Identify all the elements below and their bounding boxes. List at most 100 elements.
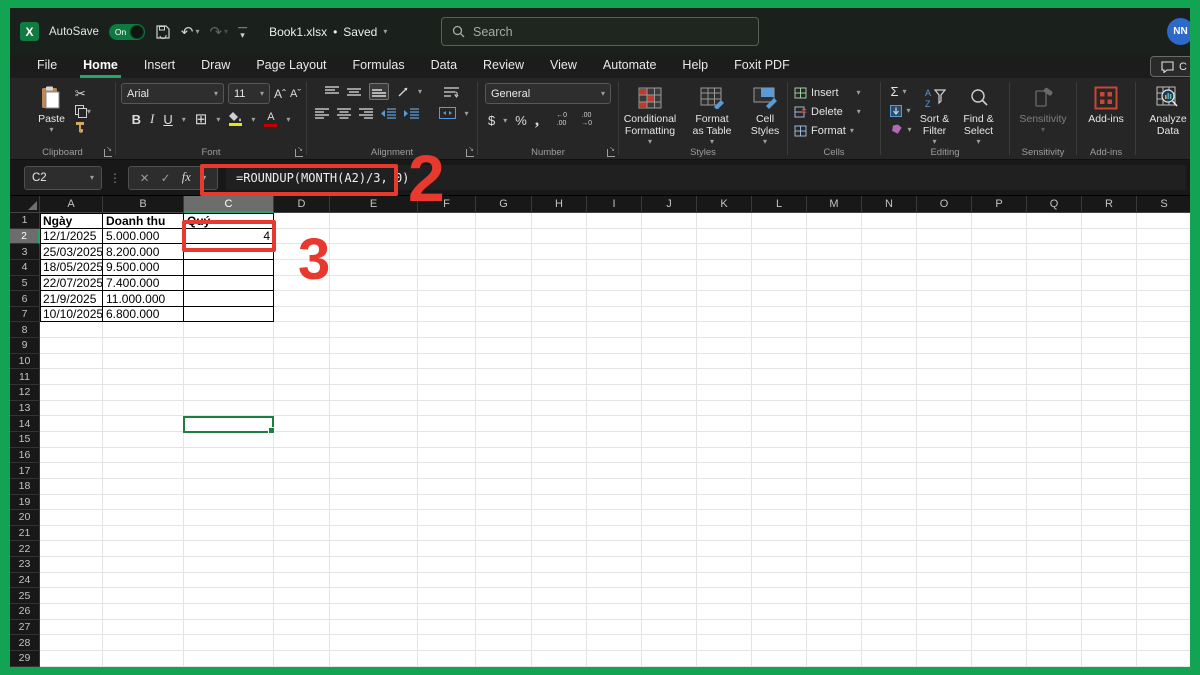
cell-L9[interactable] [752,338,807,354]
cell-L23[interactable] [752,557,807,573]
cell-G21[interactable] [476,525,532,542]
cell-C5[interactable] [184,275,274,292]
cell-E14[interactable] [330,416,418,432]
cell-H20[interactable] [532,510,587,526]
cell-S18[interactable] [1137,478,1190,495]
cell-R4[interactable] [1082,259,1137,276]
cell-K22[interactable] [697,541,752,558]
cell-G26[interactable] [476,604,532,620]
cell-O13[interactable] [917,400,972,417]
cell-L18[interactable] [752,478,807,495]
cell-F14[interactable] [418,416,476,432]
cell-P3[interactable] [972,244,1027,260]
cell-I24[interactable] [587,572,642,589]
row-header-11[interactable]: 11 [10,369,40,386]
cell-J12[interactable] [642,385,697,401]
cell-B3[interactable]: 8.200.000 [103,244,184,260]
cell-Q17[interactable] [1027,463,1082,479]
cell-K1[interactable] [697,213,752,229]
cell-H3[interactable] [532,244,587,260]
cell-I19[interactable] [587,494,642,511]
font-size-select[interactable]: 11 ▾ [228,83,270,104]
tab-formulas[interactable]: Formulas [340,55,418,78]
cell-R7[interactable] [1082,306,1137,323]
row-header-13[interactable]: 13 [10,400,40,417]
cell-H19[interactable] [532,494,587,511]
cell-D10[interactable] [274,353,330,370]
redo-dropdown-icon[interactable]: ▾ [224,27,228,36]
cell-P14[interactable] [972,416,1027,432]
cell-K23[interactable] [697,557,752,573]
cell-M26[interactable] [807,604,862,620]
cell-O21[interactable] [917,525,972,542]
cell-E11[interactable] [330,369,418,386]
cell-B7[interactable]: 6.800.000 [103,306,184,323]
cell-O17[interactable] [917,463,972,479]
cell-D29[interactable] [274,650,330,667]
cell-F19[interactable] [418,494,476,511]
cell-R10[interactable] [1082,353,1137,370]
cell-R27[interactable] [1082,619,1137,636]
redo-button[interactable]: ↷ ▾ [209,23,228,41]
cell-N11[interactable] [862,369,917,386]
cell-Q19[interactable] [1027,494,1082,511]
cell-J8[interactable] [642,322,697,339]
cell-L3[interactable] [752,244,807,260]
row-header-10[interactable]: 10 [10,353,40,370]
cell-A5[interactable]: 22/07/2025 [40,275,103,292]
col-header-K[interactable]: K [697,196,752,213]
cell-Q7[interactable] [1027,306,1082,323]
cell-N3[interactable] [862,244,917,260]
tab-automate[interactable]: Automate [590,55,670,78]
cell-H10[interactable] [532,353,587,370]
cell-M24[interactable] [807,572,862,589]
cell-H14[interactable] [532,416,587,432]
fill-color-button[interactable] [229,112,243,126]
cell-S25[interactable] [1137,588,1190,605]
cell-B4[interactable]: 9.500.000 [103,259,184,276]
cell-R24[interactable] [1082,572,1137,589]
cell-E13[interactable] [330,400,418,417]
cell-N12[interactable] [862,385,917,401]
row-header-23[interactable]: 23 [10,557,40,573]
cell-O8[interactable] [917,322,972,339]
row-header-27[interactable]: 27 [10,619,40,636]
cell-R22[interactable] [1082,541,1137,558]
orientation-icon[interactable] [397,85,410,98]
row-header-1[interactable]: 1 [10,213,40,229]
align-top-icon[interactable] [324,86,339,97]
cell-R20[interactable] [1082,510,1137,526]
cell-C24[interactable] [184,572,274,589]
cell-E20[interactable] [330,510,418,526]
cell-F16[interactable] [418,447,476,464]
cell-G13[interactable] [476,400,532,417]
cell-N10[interactable] [862,353,917,370]
cell-M25[interactable] [807,588,862,605]
row-header-2[interactable]: 2 [10,228,40,245]
cell-M29[interactable] [807,650,862,667]
cell-L19[interactable] [752,494,807,511]
cell-H25[interactable] [532,588,587,605]
underline-dropdown-icon[interactable]: ▾ [182,115,186,124]
cell-G29[interactable] [476,650,532,667]
tab-draw[interactable]: Draw [188,55,243,78]
cell-A27[interactable] [40,619,103,636]
cell-K25[interactable] [697,588,752,605]
cell-I15[interactable] [587,431,642,448]
cell-H11[interactable] [532,369,587,386]
cell-G9[interactable] [476,338,532,354]
cell-K19[interactable] [697,494,752,511]
cell-H16[interactable] [532,447,587,464]
cell-C15[interactable] [184,431,274,448]
cell-D1[interactable] [274,213,330,229]
row-header-12[interactable]: 12 [10,385,40,401]
cell-S1[interactable] [1137,213,1190,229]
cell-D19[interactable] [274,494,330,511]
bold-button[interactable]: B [132,112,141,127]
cell-C8[interactable] [184,322,274,339]
cell-O23[interactable] [917,557,972,573]
cell-N23[interactable] [862,557,917,573]
align-right-icon[interactable] [359,107,374,119]
cell-D27[interactable] [274,619,330,636]
cell-P25[interactable] [972,588,1027,605]
